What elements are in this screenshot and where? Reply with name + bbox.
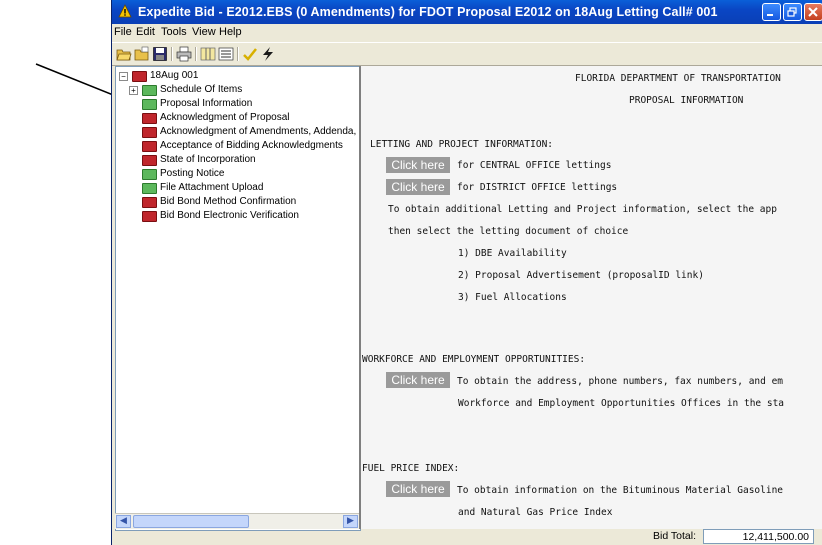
header-proposal-information: PROPOSAL INFORMATION [629,95,744,106]
workforce-text-2: Workforce and Employment Opportunities O… [458,398,785,409]
toolbar-separator [171,47,173,61]
checkmark-icon[interactable] [242,46,258,62]
menu-file[interactable]: File [114,26,132,38]
tree-item-acknowledgment-of-amendments[interactable]: Acknowledgment of Amendments, Addenda, [142,126,357,139]
open-folder-icon[interactable] [116,46,132,62]
tree-item-schedule-of-items[interactable]: + Schedule Of Items [129,84,349,97]
save-icon[interactable] [152,46,168,62]
tree-item-acknowledgment-of-proposal[interactable]: Acknowledgment of Proposal [142,112,357,125]
tree-item-label: Proposal Information [160,98,253,109]
obtain-letting-text: To obtain additional Letting and Project… [388,204,777,215]
toolbar [112,42,822,66]
toolbar-separator [195,47,197,61]
fuel-text-2: and Natural Gas Price Index [458,507,613,518]
collapse-icon[interactable]: − [119,72,128,81]
app-window: Expedite Bid - E2012.EBS (0 Amendments) … [111,0,822,545]
scroll-right-icon[interactable]: ▶ [343,515,358,528]
green-folder-icon [142,183,157,194]
red-folder-icon [142,141,157,152]
menu-bar: File Edit Tools View Help [112,24,822,41]
menu-help[interactable]: Help [219,26,242,38]
select-document-text: then select the letting document of choi… [388,226,629,237]
open-icon[interactable] [134,46,150,62]
expand-icon[interactable]: + [129,86,138,95]
tree-root-label: 18Aug 001 [150,70,199,81]
workforce-text-1: To obtain the address, phone numbers, fa… [457,376,784,387]
minimize-icon [767,14,773,16]
restore-icon [787,7,797,17]
list-item-fuel-allocations: 3) Fuel Allocations [458,292,567,303]
list-icon[interactable] [218,46,234,62]
tree-item-label: Schedule Of Items [160,84,243,95]
title-bar[interactable]: Expedite Bid - E2012.EBS (0 Amendments) … [112,0,822,24]
list-item-proposal-advertisement: 2) Proposal Advertisement (proposalID li… [458,270,704,281]
tree-item-label: File Attachment Upload [160,182,264,193]
red-folder-icon [142,155,157,166]
click-here-central-link[interactable]: Click here [386,157,450,173]
district-office-text: for DISTRICT OFFICE lettings [457,182,618,193]
tree-item-label: Bid Bond Electronic Verification [160,210,299,221]
section-workforce-title: WORKFORCE AND EMPLOYMENT OPPORTUNITIES: [362,354,586,365]
tree-item-label: Acceptance of Bidding Acknowledgments [160,140,343,151]
green-folder-icon [142,85,157,96]
tree-item-proposal-information[interactable]: Proposal Information [142,98,357,111]
central-office-text: for CENTRAL OFFICE lettings [457,160,612,171]
tree-item-label: Acknowledgment of Proposal [160,112,290,123]
window-title: Expedite Bid - E2012.EBS (0 Amendments) … [138,5,718,19]
list-item-dbe: 1) DBE Availability [458,248,567,259]
columns-icon[interactable] [200,46,216,62]
tree-root[interactable]: − 18Aug 001 [119,70,319,83]
scroll-left-icon[interactable]: ◀ [116,515,131,528]
tree-horizontal-scrollbar[interactable]: ◀ ▶ [115,513,359,529]
scroll-thumb[interactable] [133,515,249,528]
red-folder-icon [142,127,157,138]
red-folder-icon [142,113,157,124]
red-folder-icon [132,71,147,82]
red-folder-icon [142,211,157,222]
toolbar-separator [237,47,239,61]
red-folder-icon [142,197,157,208]
section-fuel-title: FUEL PRICE INDEX: [362,463,460,474]
maximize-button[interactable] [783,3,802,21]
green-folder-icon [142,99,157,110]
green-folder-icon [142,169,157,180]
header-department: FLORIDA DEPARTMENT OF TRANSPORTATION [575,73,781,84]
close-button[interactable] [804,3,822,21]
tree-item-label: Bid Bond Method Confirmation [160,196,297,207]
warning-app-icon [118,4,132,18]
menu-tools[interactable]: Tools [161,26,187,38]
proposal-content-pane: FLORIDA DEPARTMENT OF TRANSPORTATION PRO… [359,66,822,529]
click-here-workforce-link[interactable]: Click here [386,372,450,388]
bid-total-label: Bid Total: [653,530,696,542]
bid-total-value: 12,411,500.00 [703,529,814,544]
tree-item-state-of-incorporation[interactable]: State of Incorporation [142,154,357,167]
menu-edit[interactable]: Edit [136,26,155,38]
tree-item-label: Acknowledgment of Amendments, Addenda, [160,126,357,137]
tree-item-acceptance-of-bidding[interactable]: Acceptance of Bidding Acknowledgments [142,140,357,153]
click-here-fuel-link[interactable]: Click here [386,481,450,497]
tree-item-file-attachment-upload[interactable]: File Attachment Upload [142,182,357,195]
tree-item-label: Posting Notice [160,168,225,179]
minimize-button[interactable] [762,3,781,21]
lightning-icon[interactable] [260,46,276,62]
print-icon[interactable] [176,46,192,62]
navigation-tree: − 18Aug 001 + Schedule Of Items Proposal… [115,66,361,531]
fuel-text-1: To obtain information on the Bituminous … [457,485,784,496]
tree-item-label: State of Incorporation [160,154,256,165]
click-here-district-link[interactable]: Click here [386,179,450,195]
menu-view[interactable]: View [192,26,216,38]
status-bar: Bid Total: 12,411,500.00 [112,529,822,545]
tree-item-bid-bond-method[interactable]: Bid Bond Method Confirmation [142,196,357,209]
close-icon [808,7,818,17]
tree-item-bid-bond-electronic[interactable]: Bid Bond Electronic Verification [142,210,357,223]
tree-item-posting-notice[interactable]: Posting Notice [142,168,357,181]
section-letting-title: LETTING AND PROJECT INFORMATION: [370,139,554,150]
